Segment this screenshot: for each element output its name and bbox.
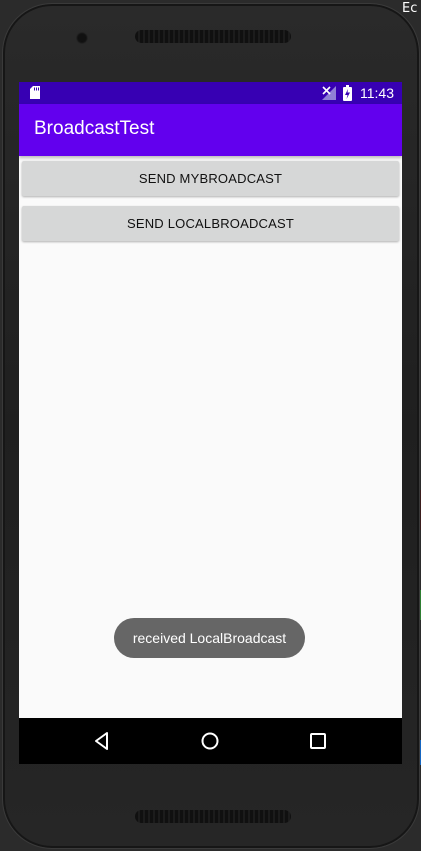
- sd-card-icon: [30, 86, 40, 99]
- navigation-bar: [19, 718, 402, 764]
- app-bar: BroadcastTest: [19, 104, 402, 156]
- background-window-label: Ec: [402, 1, 418, 16]
- send-mybroadcast-button[interactable]: SEND MYBROADCAST: [22, 161, 399, 196]
- send-localbroadcast-button[interactable]: SEND LOCALBROADCAST: [22, 206, 399, 241]
- app-title: BroadcastTest: [34, 118, 155, 139]
- toast-message: received LocalBroadcast: [114, 618, 305, 658]
- battery-charging-icon: [343, 85, 352, 101]
- home-icon[interactable]: [199, 730, 221, 752]
- no-signal-icon: [322, 86, 336, 100]
- status-time: 11:43: [360, 85, 394, 101]
- status-bar: 11:43: [19, 82, 402, 104]
- camera-icon: [76, 32, 88, 44]
- device-screen: 11:43 BroadcastTest SEND MYBROADCAST SEN…: [19, 82, 402, 764]
- emulator-window: Ec 11:43 BroadcastTest SEND MYBROADCAST …: [0, 0, 421, 851]
- back-icon[interactable]: [91, 730, 113, 752]
- recents-icon[interactable]: [307, 730, 329, 752]
- bottom-speaker-grille: [135, 810, 291, 823]
- top-speaker-grille: [135, 30, 291, 43]
